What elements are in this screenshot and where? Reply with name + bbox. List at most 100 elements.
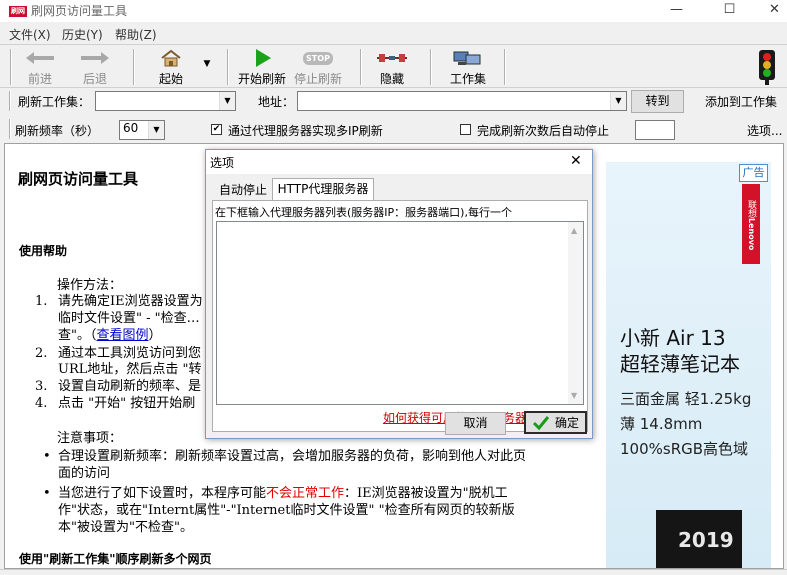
note-1: 合理设置刷新频率：刷新频率设置过高，会增加服务器的负荷，影响到他人对此页面的访问 [58,449,527,481]
refresh-frequency-value: 60 [123,121,139,135]
address-row: 刷新工作集： ▼ 地址： ▼ 转到 添加到工作集 [0,88,787,115]
menu-file[interactable]: 文件(X) [9,26,51,43]
brand-cn: 联想 [746,199,756,218]
notes-label: 注意事项： [57,431,123,446]
toolbar: 前进 后退 起始 ▼ 开始刷新 STOP 停止刷新 隐藏 工作集 [0,44,787,88]
toolbar-separator [133,49,135,85]
step-number: 4. [35,396,48,411]
lenovo-logo: 联想Lenovo [742,184,760,264]
scrollbar[interactable]: ▲ ▼ [568,222,583,404]
window-title: 刷网页访问量工具 [31,4,128,18]
chevron-down-icon[interactable]: ▼ [148,121,164,139]
start-refresh-button[interactable]: 开始刷新 [236,47,288,87]
address-combo[interactable]: ▼ [297,91,627,111]
traffic-light-icon [759,50,775,85]
app-icon: 刷网 [9,6,27,17]
workset-heading: 使用"刷新工作集"顺序刷新多个网页 [19,552,212,566]
autostop-checkbox[interactable] [460,124,471,135]
advertisement[interactable]: 广告 联想Lenovo 小新 Air 13 超轻薄笔记本 三面金属 轻1.25k… [606,162,771,568]
back-button[interactable]: 前进 [16,47,64,87]
bullet-icon: • [43,449,51,464]
ad-promo-year: 2019 [678,528,734,552]
left-arrow-icon [26,52,54,64]
ad-spec-1: 三面金属 轻1.25kg [620,390,752,408]
checkmark-icon [532,416,550,431]
workset-combo-label: 刷新工作集： [18,95,91,109]
ok-label: 确定 [554,416,579,430]
ad-headline-1: 小新 Air 13 [620,326,726,350]
note-2-text: 当您进行了如下设置时，本程序可能 [58,486,267,501]
dialog-title: 选项 [210,156,235,170]
hide-button[interactable]: 隐藏 [370,47,414,87]
stop-refresh-button[interactable]: STOP 停止刷新 [292,47,344,87]
chevron-down-icon[interactable]: ▼ [610,92,626,110]
title-bar[interactable]: 刷网 刷网页访问量工具 — ☐ ✕ [0,0,787,22]
stop-refresh-label: 停止刷新 [293,72,342,86]
back-label: 前进 [27,72,52,86]
ad-badge: 广告 [739,164,768,182]
workset-button[interactable]: 工作集 [444,47,492,87]
menu-help[interactable]: 帮助(Z) [115,26,157,43]
toolbar-grip [10,49,12,85]
note-2: 当您进行了如下设置时，本程序可能不会正常工作：IE浏览器被设置为"脱机工作"状态… [58,485,538,536]
refresh-frequency-label: 刷新频率（秒） [15,124,100,138]
chevron-down-icon[interactable]: ▼ [219,92,235,110]
bullet-icon: • [43,486,51,501]
proxy-checkbox[interactable]: ✔ [211,124,222,135]
ok-button[interactable]: 确定 [524,411,587,434]
proxy-checkbox-label: 通过代理服务器实现多IP刷新 [228,124,383,138]
minimize-button[interactable]: — [654,0,699,22]
step-1-line-3: 查"。（查看图例） [58,327,162,344]
scroll-down-icon[interactable]: ▼ [571,391,577,400]
forward-label: 后退 [82,72,107,86]
ad-headline-2: 超轻薄笔记本 [620,352,740,376]
tab-auto-stop[interactable]: 自动停止 [215,181,271,201]
menu-bar: 文件(X) 历史(Y) 帮助(Z) [0,22,787,44]
refresh-settings-row: 刷新频率（秒） 60 ▼ ✔ 通过代理服务器实现多IP刷新 完成刷新次数后自动停… [0,116,787,144]
home-dropdown-chevron-icon[interactable]: ▼ [200,59,214,73]
home-button[interactable]: 起始 [148,47,194,87]
scroll-up-icon[interactable]: ▲ [571,226,577,235]
workset-icon [453,51,481,65]
row-grip [9,119,11,139]
goto-button[interactable]: 转到 [631,90,684,113]
address-label: 地址： [258,95,295,109]
close-window-button[interactable]: ✕ [752,0,787,22]
status-bar [0,569,787,575]
forward-button[interactable]: 后退 [70,47,120,87]
options-button[interactable]: 选项... [747,122,782,139]
toolbar-separator [430,49,432,85]
add-to-workset-button[interactable]: 添加到工作集 [705,93,777,110]
tab-panel: 在下框输入代理服务器列表(服务器IP：服务器端口),每行一个 ▲ ▼ 如何获得可… [212,200,588,432]
refresh-frequency-select[interactable]: 60 ▼ [119,120,165,140]
toolbar-separator [504,49,506,85]
step-1-line-2: 临时文件设置" - "检查… [58,311,200,326]
proxy-list-textarea[interactable]: ▲ ▼ [216,221,584,405]
step-number: 1. [35,294,48,309]
hide-label: 隐藏 [379,72,404,86]
autostop-count-input[interactable] [635,120,675,140]
ad-promo-image: 2019 [656,510,742,568]
step-number: 2. [35,346,48,361]
play-icon [256,49,271,67]
stop-icon: STOP [303,52,333,65]
proxy-instruction: 在下框输入代理服务器列表(服务器IP：服务器端口),每行一个 [215,206,512,219]
dialog-close-icon[interactable]: ✕ [570,153,582,169]
brand-en: Lenovo [747,217,756,251]
ad-spec-2: 薄 14.8mm [620,415,703,433]
options-dialog[interactable]: 选项 ✕ 自动停止 HTTP代理服务器 在下框输入代理服务器列表(服务器IP：服… [205,149,593,439]
help-heading: 使用帮助 [19,244,68,258]
step-4-line-1: 点击 "开始" 按钮开始刷 [58,396,196,411]
step-number: 3. [35,379,48,394]
tab-http-proxy[interactable]: HTTP代理服务器 [272,178,374,201]
ad-spec-3: 100%sRGB高色域 [620,440,749,458]
step-2-line-2: URL地址，然后点击 "转 [58,362,202,377]
menu-history[interactable]: 历史(Y) [62,26,103,43]
start-refresh-label: 开始刷新 [237,72,286,86]
hide-icon [377,54,407,62]
dialog-title-bar[interactable]: 选项 ✕ [206,150,592,174]
workset-combo[interactable]: ▼ [95,91,236,111]
cancel-button[interactable]: 取消 [445,412,506,435]
view-example-link[interactable]: 查看图例 [96,328,148,343]
maximize-button[interactable]: ☐ [707,0,752,22]
